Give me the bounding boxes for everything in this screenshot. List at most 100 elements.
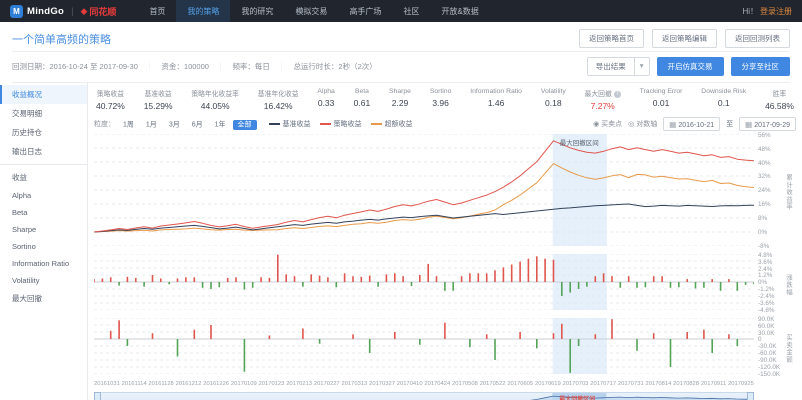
granularity-tab-1年[interactable]: 1年 [210,120,231,130]
page-title: 一个简单高频的策略 [12,31,111,47]
y-tick: -150.0K [758,372,782,378]
range-navigator[interactable]: Nov '16Dec '16Jan '17Feb '17Mar '17Apr '… [94,392,754,400]
x-date: 20170717 [590,381,616,387]
nav-item-6[interactable]: 社区 [392,0,430,22]
granularity-label: 粒度： [94,119,115,129]
sidebar-item-Beta[interactable]: Beta [0,204,87,221]
sidebar-item-Sortino[interactable]: Sortino [0,238,87,255]
y-tick: -4.8% [758,308,782,314]
sidebar-item-最大回撤[interactable]: 最大回撤 [0,289,87,308]
sidebar-item-Information Ratio[interactable]: Information Ratio [0,255,87,272]
legend-策略收益: 策略收益 [320,119,362,129]
legend-基准收益: 基准收益 [269,119,311,129]
date-to-input[interactable]: ▦ 2017-09-29 [739,117,796,131]
cumulative-return-yaxis: 56%48%40%32%24%16%8%0%-8% [754,134,782,251]
back-strategy-edit-button[interactable]: 返回策略编辑 [652,29,717,48]
start-simulation-button[interactable]: 开启仿真交易 [657,57,724,76]
mindgo-logo-icon: M [10,5,23,18]
date-from-input[interactable]: ▦ 2016-10-21 [663,117,720,131]
capital: 资金：100000 [161,61,209,72]
navigator-right-handle[interactable] [747,392,754,400]
nav-item-1[interactable]: 首页 [138,0,176,22]
x-date: 20170227 [314,381,340,387]
share-to-community-button[interactable]: 分享至社区 [731,57,791,76]
export-dropdown[interactable]: 导出结果 ▾ [587,57,650,76]
x-date: 20170508 [452,381,478,387]
sidebar-divider [0,164,87,165]
granularity-tab-全部[interactable]: 全部 [233,120,257,130]
log-axis-toggle[interactable]: ◎ 对数轴 [628,119,657,129]
login-register[interactable]: 登录注册 [760,7,792,16]
sidebar-item-Alpha[interactable]: Alpha [0,187,87,204]
legend-label: 策略收益 [334,119,362,129]
back-strategy-home-button[interactable]: 返回策略首页 [579,29,644,48]
x-date: 20161212 [176,381,202,387]
cumulative-return-chart: 最大回撤区间 [94,134,754,251]
daily-change-yaxis: 4.8%3.6%2.4%1.2%0%-1.2%-2.4%-3.6%-4.8% [754,254,782,315]
metric-value: 40.72% [96,101,125,111]
sidebar-item-输出日志[interactable]: 输出日志 [0,142,87,161]
x-date: 20170814 [646,381,672,387]
x-date: 20170619 [535,381,561,387]
granularity-tab-1月[interactable]: 1月 [141,120,162,130]
info-icon[interactable]: i [614,91,621,98]
metric-value: 15.29% [144,101,173,111]
metric-label: Beta [354,88,371,95]
metric-Tracking Error: Tracking Error0.01 [640,88,683,111]
y-tick: -8% [758,244,782,250]
y-tick: 0% [758,230,782,236]
nav-item-5[interactable]: 高手广场 [338,0,392,22]
x-date: 20161114 [122,381,147,387]
metric-value: 3.96 [430,98,452,108]
sidebar-item-收益[interactable]: 收益 [0,168,87,187]
sidebar-item-Volatility[interactable]: Volatility [0,272,87,289]
title-bar: 一个简单高频的策略 返回策略首页 返回策略编辑 返回回测列表 [0,22,802,51]
x-date: 20170911 [701,381,726,387]
metric-胜率: 胜率46.58% [765,88,794,111]
legend-swatch [320,123,331,125]
legend-swatch [371,123,382,125]
sidebar-item-交易明细[interactable]: 交易明细 [0,104,87,123]
navigator-left-handle[interactable] [94,392,101,400]
metric-最大回撤: 最大回撤i7.27% [585,88,621,111]
nav-item-2[interactable]: 我的策略 [176,0,230,22]
login-link[interactable]: Hi！登录注册 [742,6,792,17]
x-date: 20161226 [203,381,229,387]
sidebar-item-Sharpe[interactable]: Sharpe [0,221,87,238]
y-tick: 48% [758,147,782,153]
x-date: 20170313 [341,381,367,387]
metric-label: Sortino [430,88,452,95]
export-label[interactable]: 导出结果 [588,58,634,75]
x-date: 20161031 [94,381,120,387]
metric-value: 0.61 [354,98,371,108]
trade-amount-chart [94,318,754,379]
calendar-icon: ▦ [669,120,676,129]
x-date: 20161128 [148,381,173,387]
sidebar-item-历史持仓[interactable]: 历史持仓 [0,123,87,142]
back-backtest-list-button[interactable]: 返回回测列表 [725,29,790,48]
x-date: 20170925 [728,381,754,387]
cumulative-return-axis-title: 累计收益率 [782,134,795,251]
granularity-tab-3月[interactable]: 3月 [164,120,185,130]
nav-item-4[interactable]: 模拟交易 [284,0,338,22]
granularity-tab-6月[interactable]: 6月 [187,120,208,130]
sidebar-item-收益概况[interactable]: 收益概况 [0,85,87,104]
metric-value: 0.33 [317,98,334,108]
y-tick: 8% [758,216,782,222]
nav-item-3[interactable]: 我的研究 [230,0,284,22]
x-date: 20170703 [563,381,589,387]
ths-logo-icon: ◆ [81,6,88,17]
legend-label: 超额收益 [385,119,413,129]
sidebar: 收益概况交易明细历史持仓输出日志收益AlphaBetaSharpeSortino… [0,83,88,400]
daily-change-axis-title: 涨跌幅 [782,254,795,315]
nav-item-7[interactable]: 开放&数据 [430,0,489,22]
granularity-tab-1周[interactable]: 1周 [118,120,139,130]
y-tick: 16% [758,202,782,208]
metric-label: Downside Risk [701,88,746,95]
x-date: 20170731 [618,381,644,387]
metric-label: 基准收益 [144,88,173,98]
backtest-date-range: 回测日期：2016-10-24 至 2017-09-30 [12,61,138,72]
chevron-down-icon[interactable]: ▾ [634,58,649,75]
trade-points-toggle[interactable]: ◉ 买卖点 [593,119,622,129]
drawdown-band-label: 最大回撤区间 [560,137,599,147]
